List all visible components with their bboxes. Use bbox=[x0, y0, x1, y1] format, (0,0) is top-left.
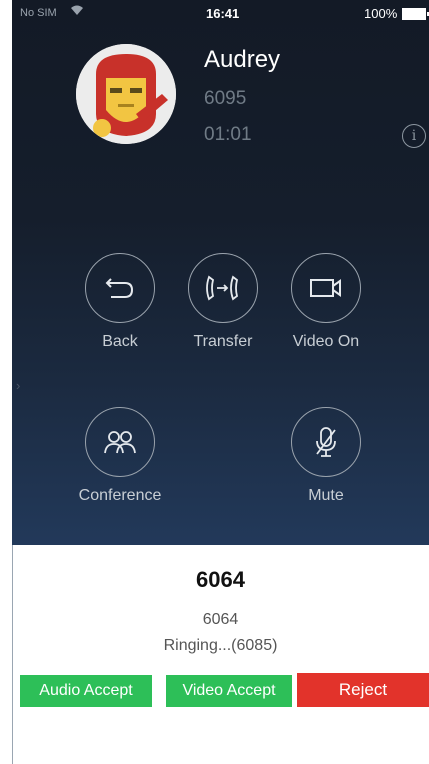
video-on-button[interactable]: Video On bbox=[271, 253, 381, 351]
info-icon[interactable]: i bbox=[402, 124, 426, 148]
call-duration: 01:01 bbox=[204, 124, 252, 145]
transfer-label: Transfer bbox=[193, 333, 253, 350]
status-bar: No SIM 16:41 100% bbox=[12, 0, 429, 26]
caller-avatar bbox=[76, 44, 176, 144]
mute-label: Mute bbox=[308, 487, 344, 504]
video-camera-icon bbox=[291, 253, 361, 323]
battery-percentage: 100% bbox=[364, 6, 398, 21]
carrier-label: No SIM bbox=[20, 7, 57, 19]
conference-button[interactable]: Conference bbox=[65, 407, 175, 505]
audio-accept-button[interactable]: Audio Accept bbox=[20, 675, 152, 707]
transfer-button[interactable]: Transfer bbox=[168, 253, 278, 351]
incoming-caller-number: 6064 bbox=[202, 611, 239, 628]
caller-number: 6095 bbox=[204, 88, 247, 109]
back-button[interactable]: Back bbox=[65, 253, 175, 351]
phone-screen: No SIM 16:41 100% Audrey 6095 01:01 i › bbox=[0, 0, 429, 764]
video-accept-button[interactable]: Video Accept bbox=[166, 675, 292, 707]
battery-icon bbox=[402, 8, 429, 20]
caller-name: Audrey bbox=[204, 46, 281, 73]
incoming-caller-title: 6064 bbox=[196, 567, 245, 592]
incoming-call-status: Ringing...(6085) bbox=[163, 637, 278, 654]
video-on-label: Video On bbox=[292, 333, 360, 350]
conference-label: Conference bbox=[78, 487, 162, 504]
conference-icon bbox=[85, 407, 155, 477]
mute-button[interactable]: Mute bbox=[271, 407, 381, 505]
microphone-muted-icon bbox=[291, 407, 361, 477]
transfer-icon bbox=[188, 253, 258, 323]
incoming-call-panel: 6064 6064 Ringing...(6085) Audio Accept … bbox=[12, 545, 429, 764]
back-label: Back bbox=[102, 333, 138, 350]
reject-button[interactable]: Reject bbox=[297, 673, 429, 707]
chevron-right-icon[interactable]: › bbox=[16, 378, 20, 393]
status-time: 16:41 bbox=[206, 6, 240, 21]
wifi-icon bbox=[70, 5, 84, 19]
panel-border bbox=[12, 545, 13, 764]
back-icon bbox=[85, 253, 155, 323]
iron-man-avatar-icon bbox=[76, 44, 176, 144]
